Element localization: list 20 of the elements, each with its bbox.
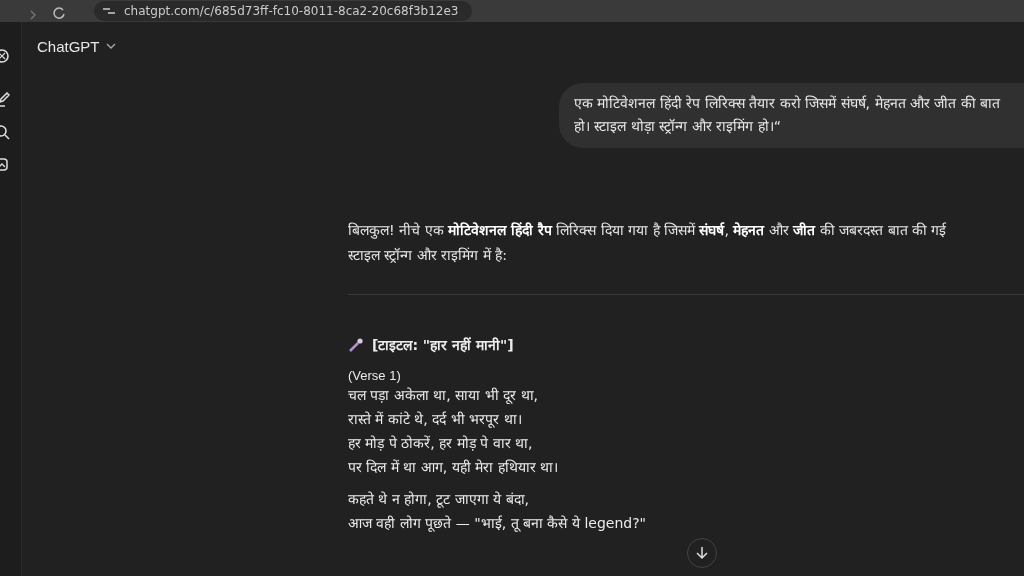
lyric-line: रास्ते में कांटे थे, दर्द भी भरपूर था। bbox=[348, 410, 523, 430]
lyric-line: पर दिल में था आग, यही मेरा हथियार था। bbox=[348, 458, 560, 477]
lyric-line: कहते थे न होगा, टूट जाएगा ये बंदा, bbox=[348, 490, 531, 510]
response-text: बिलकुल! नीचे एक मोटिवेशनल हिंदी रैप लिरिक्स दिया गया है जिसमें संघर्ष, मेहनत और जीत की जबरदस्त बात की गई bbox=[348, 221, 948, 241]
model-selector[interactable]: ChatGPT bbox=[37, 38, 116, 55]
lyric-line: चल पड़ा अकेला था, साया भी दूर था, bbox=[348, 386, 540, 406]
song-title: [टाइटल: "हार नहीं मानी"] bbox=[372, 336, 514, 354]
chevron-down-icon bbox=[105, 43, 116, 50]
address-field[interactable]: chatgpt.com/c/685d73ff-fc10-8011-8ca2-20c68f3b12e3 bbox=[94, 1, 473, 21]
section-label: (Verse 1) bbox=[348, 368, 402, 383]
site-info-icon[interactable] bbox=[102, 6, 116, 16]
lyric-line: आज वही लोग पूछते — "भाई, तू बना कैसे ये legend?" bbox=[348, 514, 648, 534]
response-text: स्टाइल स्ट्रॉन्ग और राइमिंग में है: bbox=[348, 246, 508, 265]
user-message: एक मोटिवेशनल हिंदी रेप लिरिक्स तैयार करो जिसमें संघर्ष, मेहनत और जीत की बात हो। स्टाइल थोड़ा स्ट्रॉन्ग और राइमिंग हो।“ bbox=[559, 83, 1024, 148]
microphone-icon bbox=[348, 337, 364, 352]
forward-icon[interactable] bbox=[28, 10, 38, 20]
reload-icon[interactable] bbox=[52, 6, 66, 20]
arrow-down-icon bbox=[696, 546, 708, 560]
scroll-down-button[interactable] bbox=[687, 538, 717, 568]
lyric-line: हर मोड़ पे ठोकरें, हर मोड़ पे वार था, bbox=[348, 434, 534, 453]
